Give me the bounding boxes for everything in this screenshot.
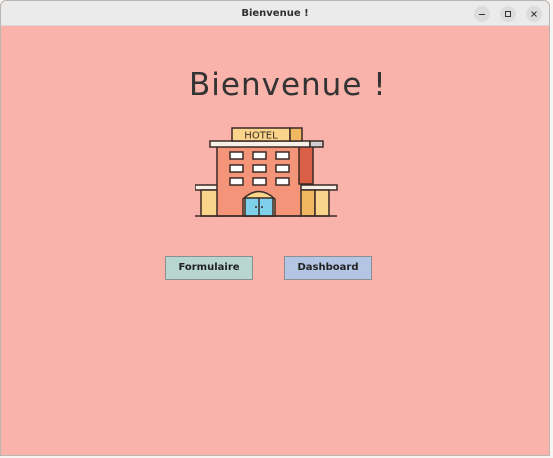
minimize-icon (479, 14, 485, 15)
hotel-building-icon: HOTEL (195, 127, 338, 217)
hotel-sign-text: HOTEL (244, 131, 278, 142)
maximize-icon (505, 11, 511, 17)
welcome-heading: Bienvenue ! (189, 67, 387, 103)
window-title: Bienvenue ! (241, 8, 309, 19)
maximize-button[interactable] (500, 6, 516, 22)
dashboard-button[interactable]: Dashboard (284, 256, 372, 280)
close-button[interactable] (526, 6, 542, 22)
minimize-button[interactable] (474, 6, 490, 22)
title-bar[interactable]: Bienvenue ! (1, 1, 549, 26)
app-window: Bienvenue ! Bienvenue ! HOTEL Formulaire… (0, 0, 550, 456)
close-icon (531, 11, 537, 17)
formulaire-button[interactable]: Formulaire (165, 256, 253, 280)
